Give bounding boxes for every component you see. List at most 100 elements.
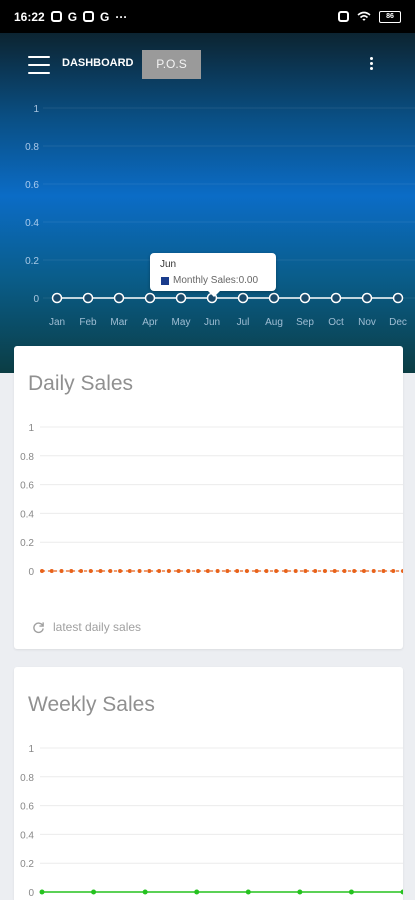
footer-label: latest daily sales	[53, 620, 142, 634]
header: DASHBOARD P.O.S 1 0.8 0.6 0.4 0.2 0 Jan Feb Mar A…	[0, 33, 415, 373]
data-point	[371, 569, 376, 573]
y-tick-label: 0.8	[25, 142, 39, 153]
chart-tooltip: Jun Monthly Sales:0.00	[150, 253, 276, 297]
wifi-icon	[357, 11, 371, 21]
data-point	[51, 292, 63, 304]
data-point	[118, 569, 123, 573]
x-tick-label: Mar	[110, 317, 128, 328]
data-point	[299, 292, 311, 304]
data-point	[176, 569, 181, 573]
y-tick-label: 0.6	[20, 802, 34, 813]
weekly-sales-card: Weekly Sales 1 0.8 0.6 0.4 0.2 0	[14, 667, 403, 900]
data-point	[137, 569, 142, 573]
y-tick-label: 0.6	[20, 481, 34, 492]
y-tick-label: 0	[33, 294, 39, 305]
data-point	[40, 569, 44, 573]
y-tick-label: 0.2	[25, 256, 39, 267]
data-point	[157, 569, 162, 573]
data-point	[194, 889, 200, 895]
x-tick-label: Sep	[296, 317, 314, 328]
data-point	[205, 569, 210, 573]
data-point	[225, 569, 230, 573]
data-point	[391, 569, 396, 573]
data-point	[196, 569, 201, 573]
weekly-sales-chart: 1 0.8 0.6 0.4 0.2 0	[20, 744, 403, 899]
data-point	[69, 569, 74, 573]
data-point	[39, 889, 45, 895]
data-point	[59, 569, 64, 573]
data-point	[293, 569, 298, 573]
data-point	[268, 292, 280, 304]
data-point	[392, 292, 404, 304]
y-tick-label: 0	[28, 567, 34, 578]
data-point	[401, 569, 403, 573]
data-point	[144, 292, 156, 304]
data-point	[237, 292, 249, 304]
tooltip-row: Monthly Sales:0.00	[161, 275, 258, 286]
x-tick-label: Jul	[237, 317, 250, 328]
data-point	[113, 292, 125, 304]
data-point	[79, 569, 84, 573]
data-point	[127, 569, 132, 573]
data-point	[91, 889, 97, 895]
data-point	[254, 569, 259, 573]
data-point	[147, 569, 152, 573]
data-point	[361, 292, 373, 304]
x-tick-label: Dec	[389, 317, 407, 328]
status-bar: 16:22 G G ··· 86	[0, 0, 415, 33]
x-tick-label: Jun	[204, 317, 220, 328]
tooltip-title: Jun	[160, 259, 177, 270]
x-tick-label: Aug	[265, 317, 283, 328]
data-point	[283, 569, 288, 573]
data-point	[49, 569, 54, 573]
data-point	[342, 569, 347, 573]
data-point	[381, 569, 386, 573]
status-time: 16:22	[14, 9, 45, 24]
y-tick-label: 0.4	[25, 218, 39, 229]
data-point	[245, 889, 251, 895]
data-point	[244, 569, 249, 573]
alarm-icon	[50, 11, 62, 22]
x-tick-label: May	[172, 317, 191, 328]
data-point	[330, 292, 342, 304]
g-icon: G	[67, 9, 78, 24]
status-left: 16:22 G G ···	[14, 10, 127, 24]
data-point	[332, 569, 337, 573]
x-tick-label: Feb	[79, 317, 97, 328]
data-point	[348, 889, 354, 895]
daily-sales-footer[interactable]: latest daily sales	[32, 620, 141, 634]
y-tick-label: 0.4	[20, 830, 34, 841]
x-tick-label: Oct	[328, 317, 344, 328]
data-point	[142, 889, 148, 895]
data-point	[400, 889, 403, 895]
data-point	[82, 292, 94, 304]
status-right: 86	[338, 10, 401, 23]
data-point	[303, 569, 308, 573]
x-tick-label: Jan	[49, 317, 65, 328]
data-point	[361, 569, 366, 573]
data-point	[186, 569, 191, 573]
y-tick-label: 0.2	[20, 538, 34, 549]
data-point	[274, 569, 279, 573]
data-point	[322, 569, 327, 573]
tooltip-swatch	[161, 276, 169, 285]
data-point	[215, 569, 220, 573]
tooltip-text: Monthly Sales:0.00	[173, 275, 259, 286]
x-tick-label: Apr	[142, 317, 158, 328]
y-tick-label: 0.8	[20, 452, 34, 463]
y-tick-label: 0.4	[20, 509, 34, 520]
x-tick-label: Nov	[358, 317, 376, 328]
data-point	[88, 569, 93, 573]
y-tick-label: 1	[28, 744, 34, 755]
data-point	[352, 569, 357, 573]
data-point	[264, 569, 269, 573]
data-point	[166, 569, 171, 573]
mail-icon	[83, 11, 95, 22]
data-point	[297, 889, 303, 895]
battery-icon: 86	[379, 10, 401, 23]
y-tick-label: 1	[33, 104, 39, 115]
daily-sales-chart: 1 0.8 0.6 0.4 0.2 0	[20, 423, 403, 578]
g-icon: G	[100, 9, 110, 24]
screen-icon	[338, 11, 349, 22]
data-point	[175, 292, 187, 304]
